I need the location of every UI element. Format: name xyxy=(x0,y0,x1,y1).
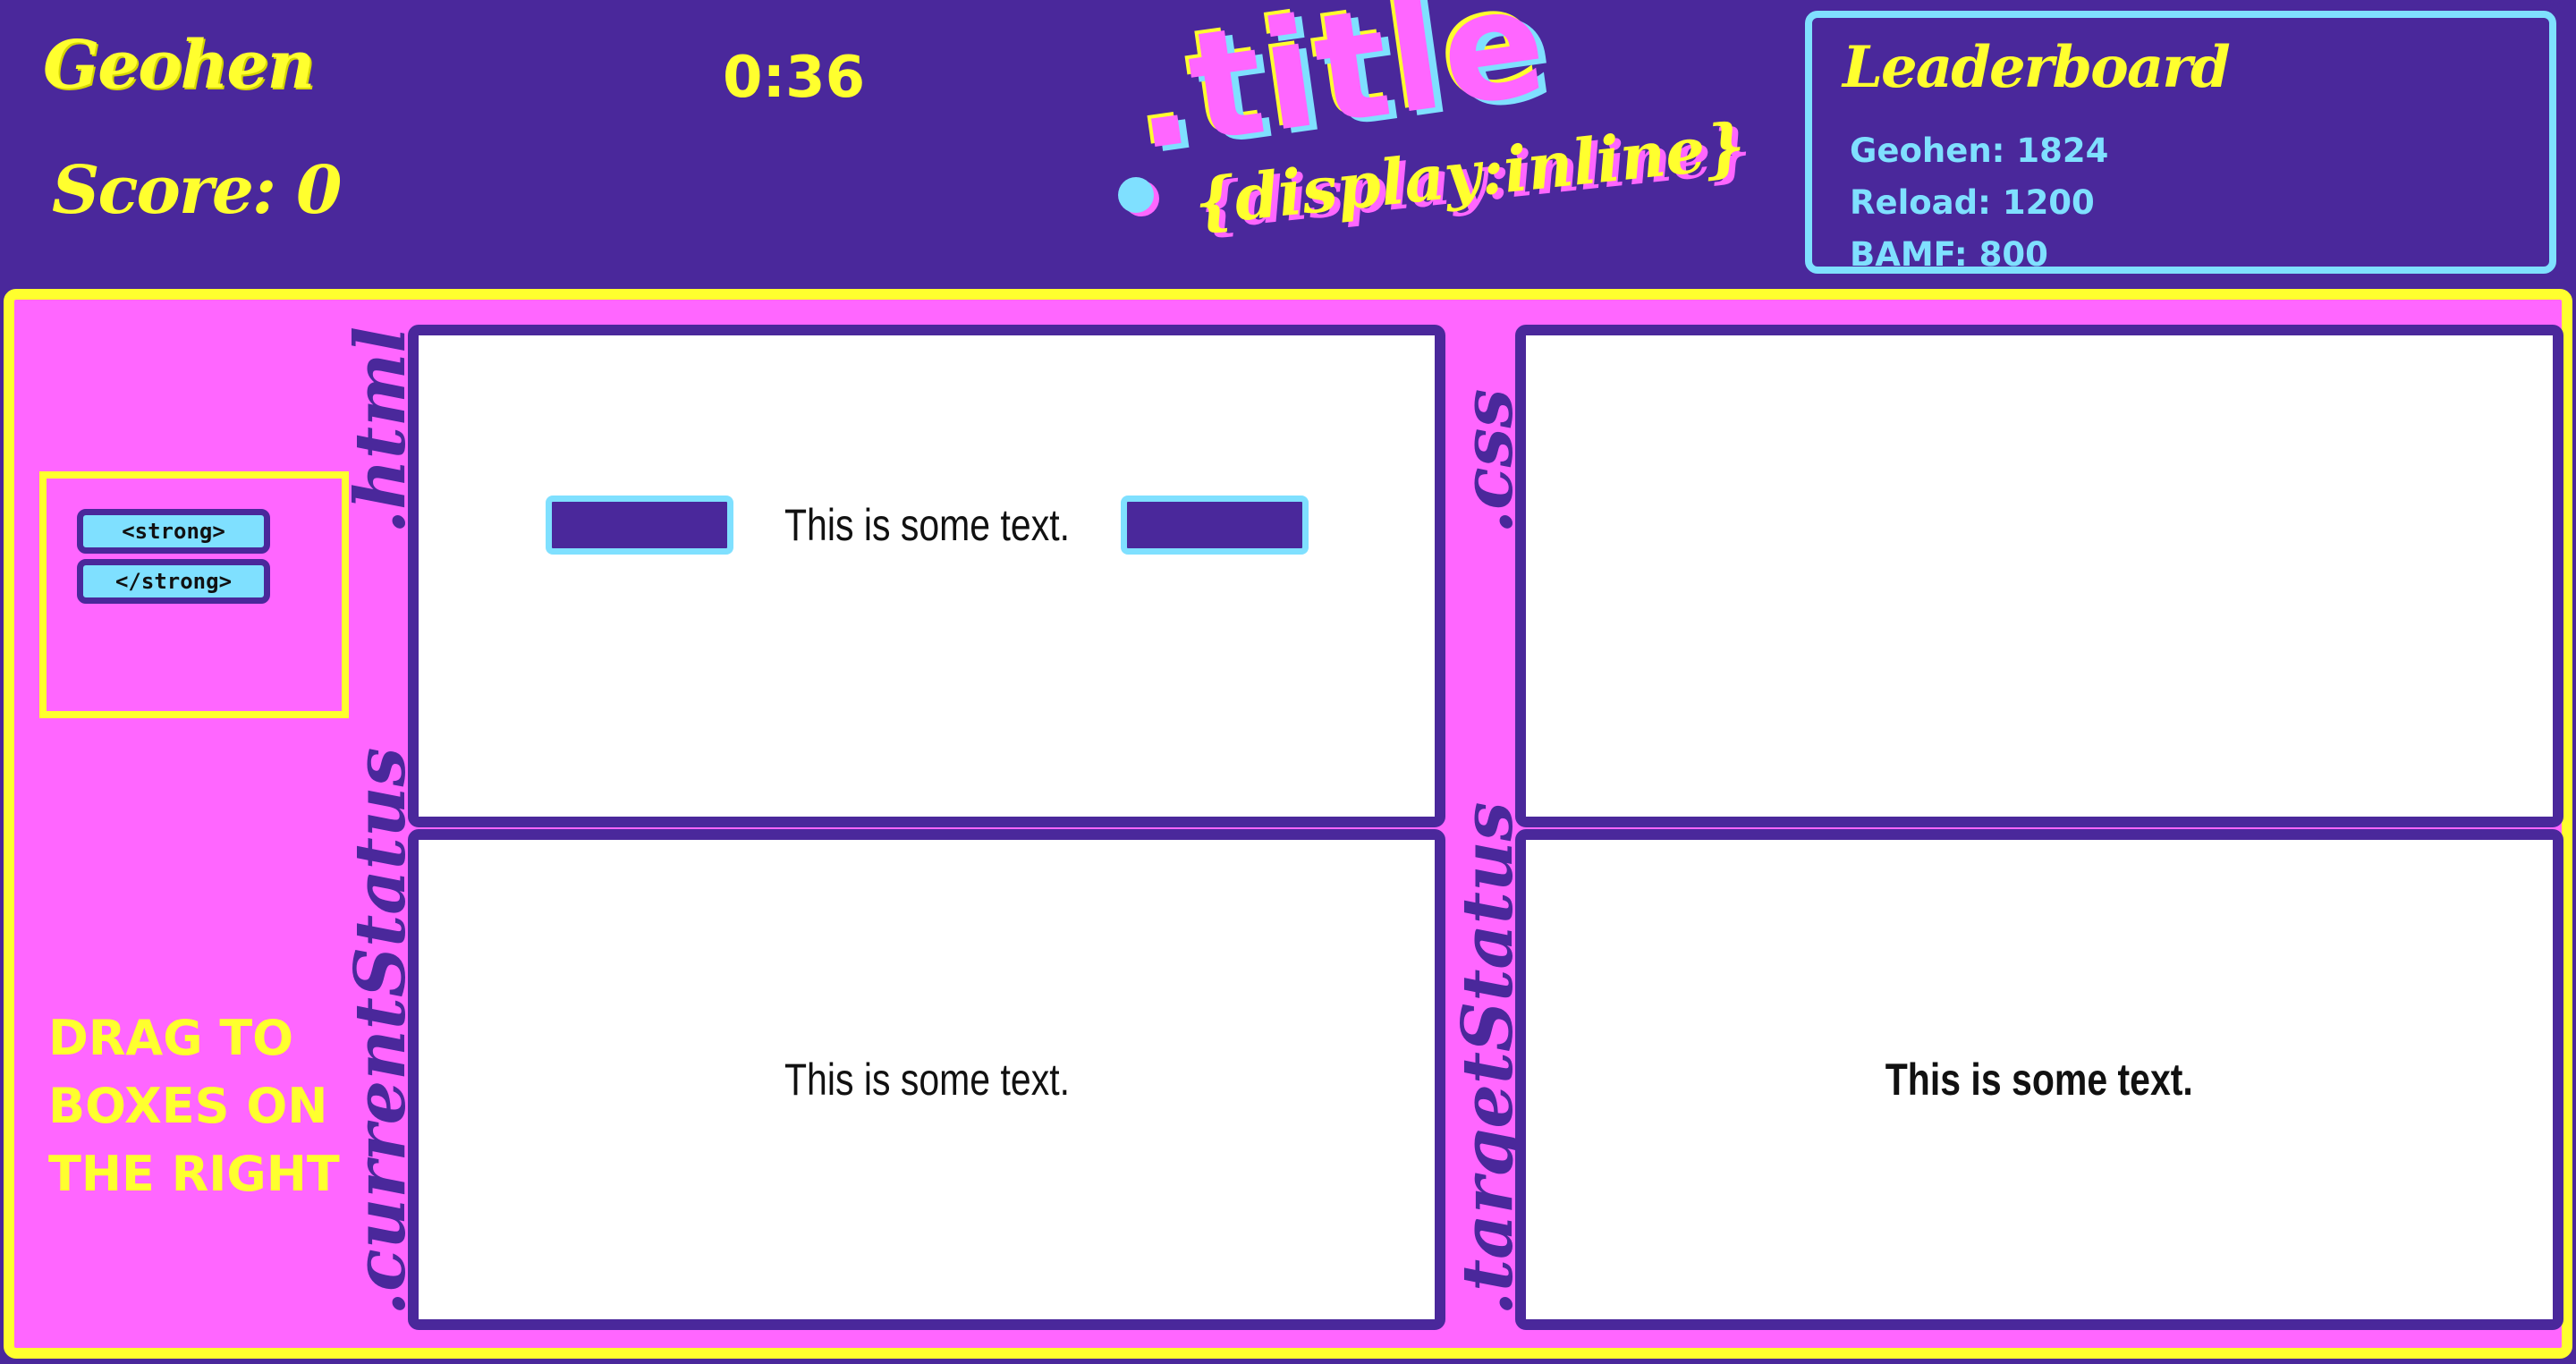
leaderboard-list: Geohen: 1824 Reload: 1200 BAMF: 800 xyxy=(1850,125,2108,281)
html-panel: This is some text. xyxy=(408,325,1445,827)
css-panel[interactable] xyxy=(1515,325,2563,827)
countdown-timer: 0:36 xyxy=(723,45,866,111)
leaderboard-entry: BAMF: 800 xyxy=(1850,235,2048,274)
score-display: Score: 0 xyxy=(52,152,342,229)
player-name: Geohen xyxy=(43,27,315,104)
game-screen: Geohen Score: 0 0:36 .title {display:inl… xyxy=(0,0,2576,1364)
target-status-text: This is some text. xyxy=(1885,1055,2194,1105)
drop-slot-close-tag[interactable] xyxy=(1120,496,1309,555)
target-status-panel: This is some text. xyxy=(1515,829,2563,1330)
drop-slot-open-tag[interactable] xyxy=(545,496,733,555)
leaderboard-entry: Reload: 1200 xyxy=(1850,183,2095,222)
tag-bank[interactable]: <strong> </strong> xyxy=(39,471,349,718)
leaderboard-title: Leaderboard xyxy=(1843,34,2231,101)
leaderboard-entry: Geohen: 1824 xyxy=(1850,131,2109,170)
current-status-text: This is some text. xyxy=(784,1055,1070,1105)
instructions-text: DRAG TO BOXES ON THE RIGHT xyxy=(48,1010,340,1202)
leaderboard: Leaderboard Geohen: 1824 Reload: 1200 BA… xyxy=(1805,11,2556,274)
tag-chip-strong-close[interactable]: </strong> xyxy=(77,559,270,604)
html-text: This is some text. xyxy=(784,500,1070,550)
game-logo: .title {display:inline} xyxy=(1109,0,1749,259)
game-area: <strong> </strong> DRAG TO BOXES ON THE … xyxy=(4,289,2572,1359)
html-code-line: This is some text. xyxy=(419,496,1435,555)
tag-chip-strong-open[interactable]: <strong> xyxy=(77,509,270,554)
current-status-panel: This is some text. xyxy=(408,829,1445,1330)
